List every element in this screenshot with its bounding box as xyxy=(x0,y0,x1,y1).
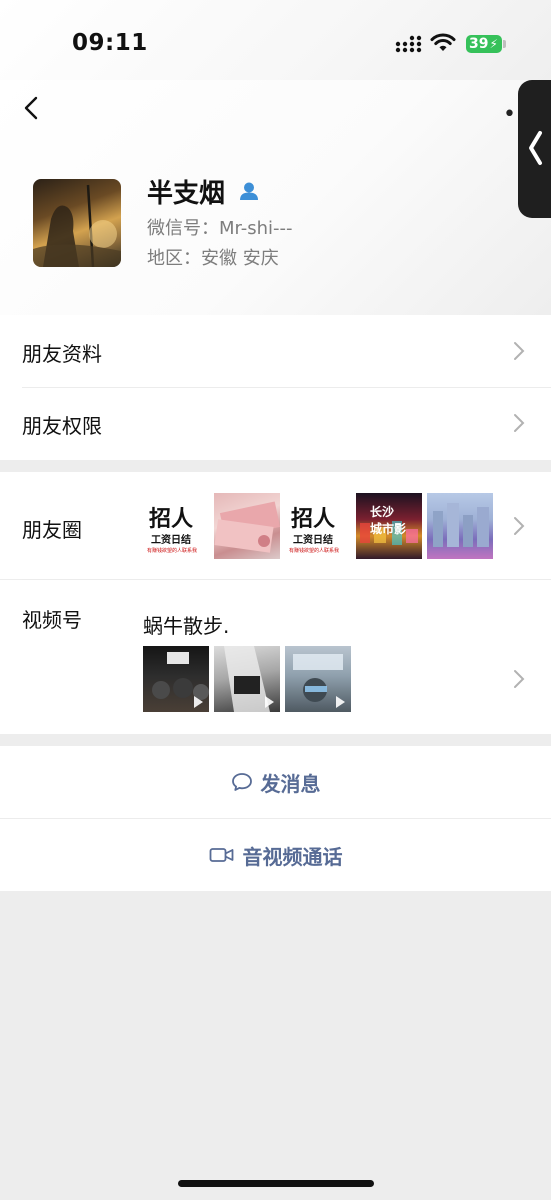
channel-thumbnails xyxy=(143,646,351,712)
wifi-icon xyxy=(430,33,456,57)
profile-header: •• 半支烟 微信号：Mr-shi--- 地区：安徽 安庆 xyxy=(0,80,551,315)
channels-label: 视频号 xyxy=(22,608,82,632)
play-icon xyxy=(265,696,274,708)
channel-name: 蜗牛散步. xyxy=(143,614,230,638)
battery-indicator: 39 ⚡ xyxy=(466,35,506,53)
status-time: 09:11 xyxy=(72,30,148,56)
video-call-button[interactable]: 音视频通话 xyxy=(0,819,551,891)
moments-label: 朋友圈 xyxy=(22,518,82,542)
charging-bolt-icon: ⚡ xyxy=(489,37,498,51)
video-camera-icon xyxy=(209,848,233,862)
chevron-right-icon xyxy=(513,413,525,437)
avatar-image xyxy=(33,184,121,267)
moments-thumb xyxy=(427,493,493,559)
contact-profile-screen: 09:11 39 ⚡ 半支烟 微信号：Mr-shi--- 地区：安徽 安庆 朋友… xyxy=(0,0,551,1200)
chevron-right-icon xyxy=(513,669,525,693)
moments-row[interactable]: 朋友圈 招人 工资日结 有赚钱欲望的人联系我 招人 工资日结 有赚钱欲望的人联系… xyxy=(0,472,551,579)
video-call-label: 音视频通话 xyxy=(242,844,343,869)
cellular-signal-icon xyxy=(395,35,423,57)
chevron-right-icon xyxy=(513,516,525,540)
channel-video-thumb xyxy=(285,646,351,712)
chat-bubble-icon xyxy=(231,773,252,791)
moments-thumb xyxy=(214,493,280,559)
moments-thumbnails: 招人 工资日结 有赚钱欲望的人联系我 招人 工资日结 有赚钱欲望的人联系我 长沙… xyxy=(143,493,493,559)
friend-permissions-label: 朋友权限 xyxy=(22,414,102,438)
region: 地区：安徽 安庆 xyxy=(147,248,279,269)
wechat-id: 微信号：Mr-shi--- xyxy=(147,218,293,239)
channel-video-thumb xyxy=(143,646,209,712)
status-bar: 09:11 39 ⚡ xyxy=(0,0,551,80)
gender-male-icon xyxy=(238,181,260,205)
profile-settings-group: 朋友资料 朋友权限 xyxy=(0,315,551,460)
channels-row[interactable]: 视频号 蜗牛散步. xyxy=(0,580,551,734)
play-icon xyxy=(336,696,345,708)
friend-permissions-row[interactable]: 朋友权限 xyxy=(0,388,551,460)
play-icon xyxy=(194,696,203,708)
friend-info-label: 朋友资料 xyxy=(22,342,102,366)
back-button[interactable] xyxy=(20,95,44,121)
chevron-left-icon xyxy=(24,96,38,120)
battery-level: 39 xyxy=(469,36,489,52)
contact-name: 半支烟 xyxy=(147,179,226,209)
channel-video-thumb xyxy=(214,646,280,712)
friend-info-row[interactable]: 朋友资料 xyxy=(0,315,551,387)
home-indicator[interactable] xyxy=(178,1180,374,1187)
moments-thumb: 招人 工资日结 有赚钱欲望的人联系我 xyxy=(143,493,209,559)
send-message-label: 发消息 xyxy=(260,771,321,796)
floating-side-handle[interactable] xyxy=(518,80,551,218)
moments-thumb: 招人 工资日结 有赚钱欲望的人联系我 xyxy=(285,493,351,559)
chevron-left-icon xyxy=(529,131,542,165)
chevron-right-icon xyxy=(513,341,525,365)
moments-thumb: 长沙 城市影 xyxy=(356,493,422,559)
avatar[interactable] xyxy=(33,179,121,267)
send-message-button[interactable]: 发消息 xyxy=(0,746,551,818)
